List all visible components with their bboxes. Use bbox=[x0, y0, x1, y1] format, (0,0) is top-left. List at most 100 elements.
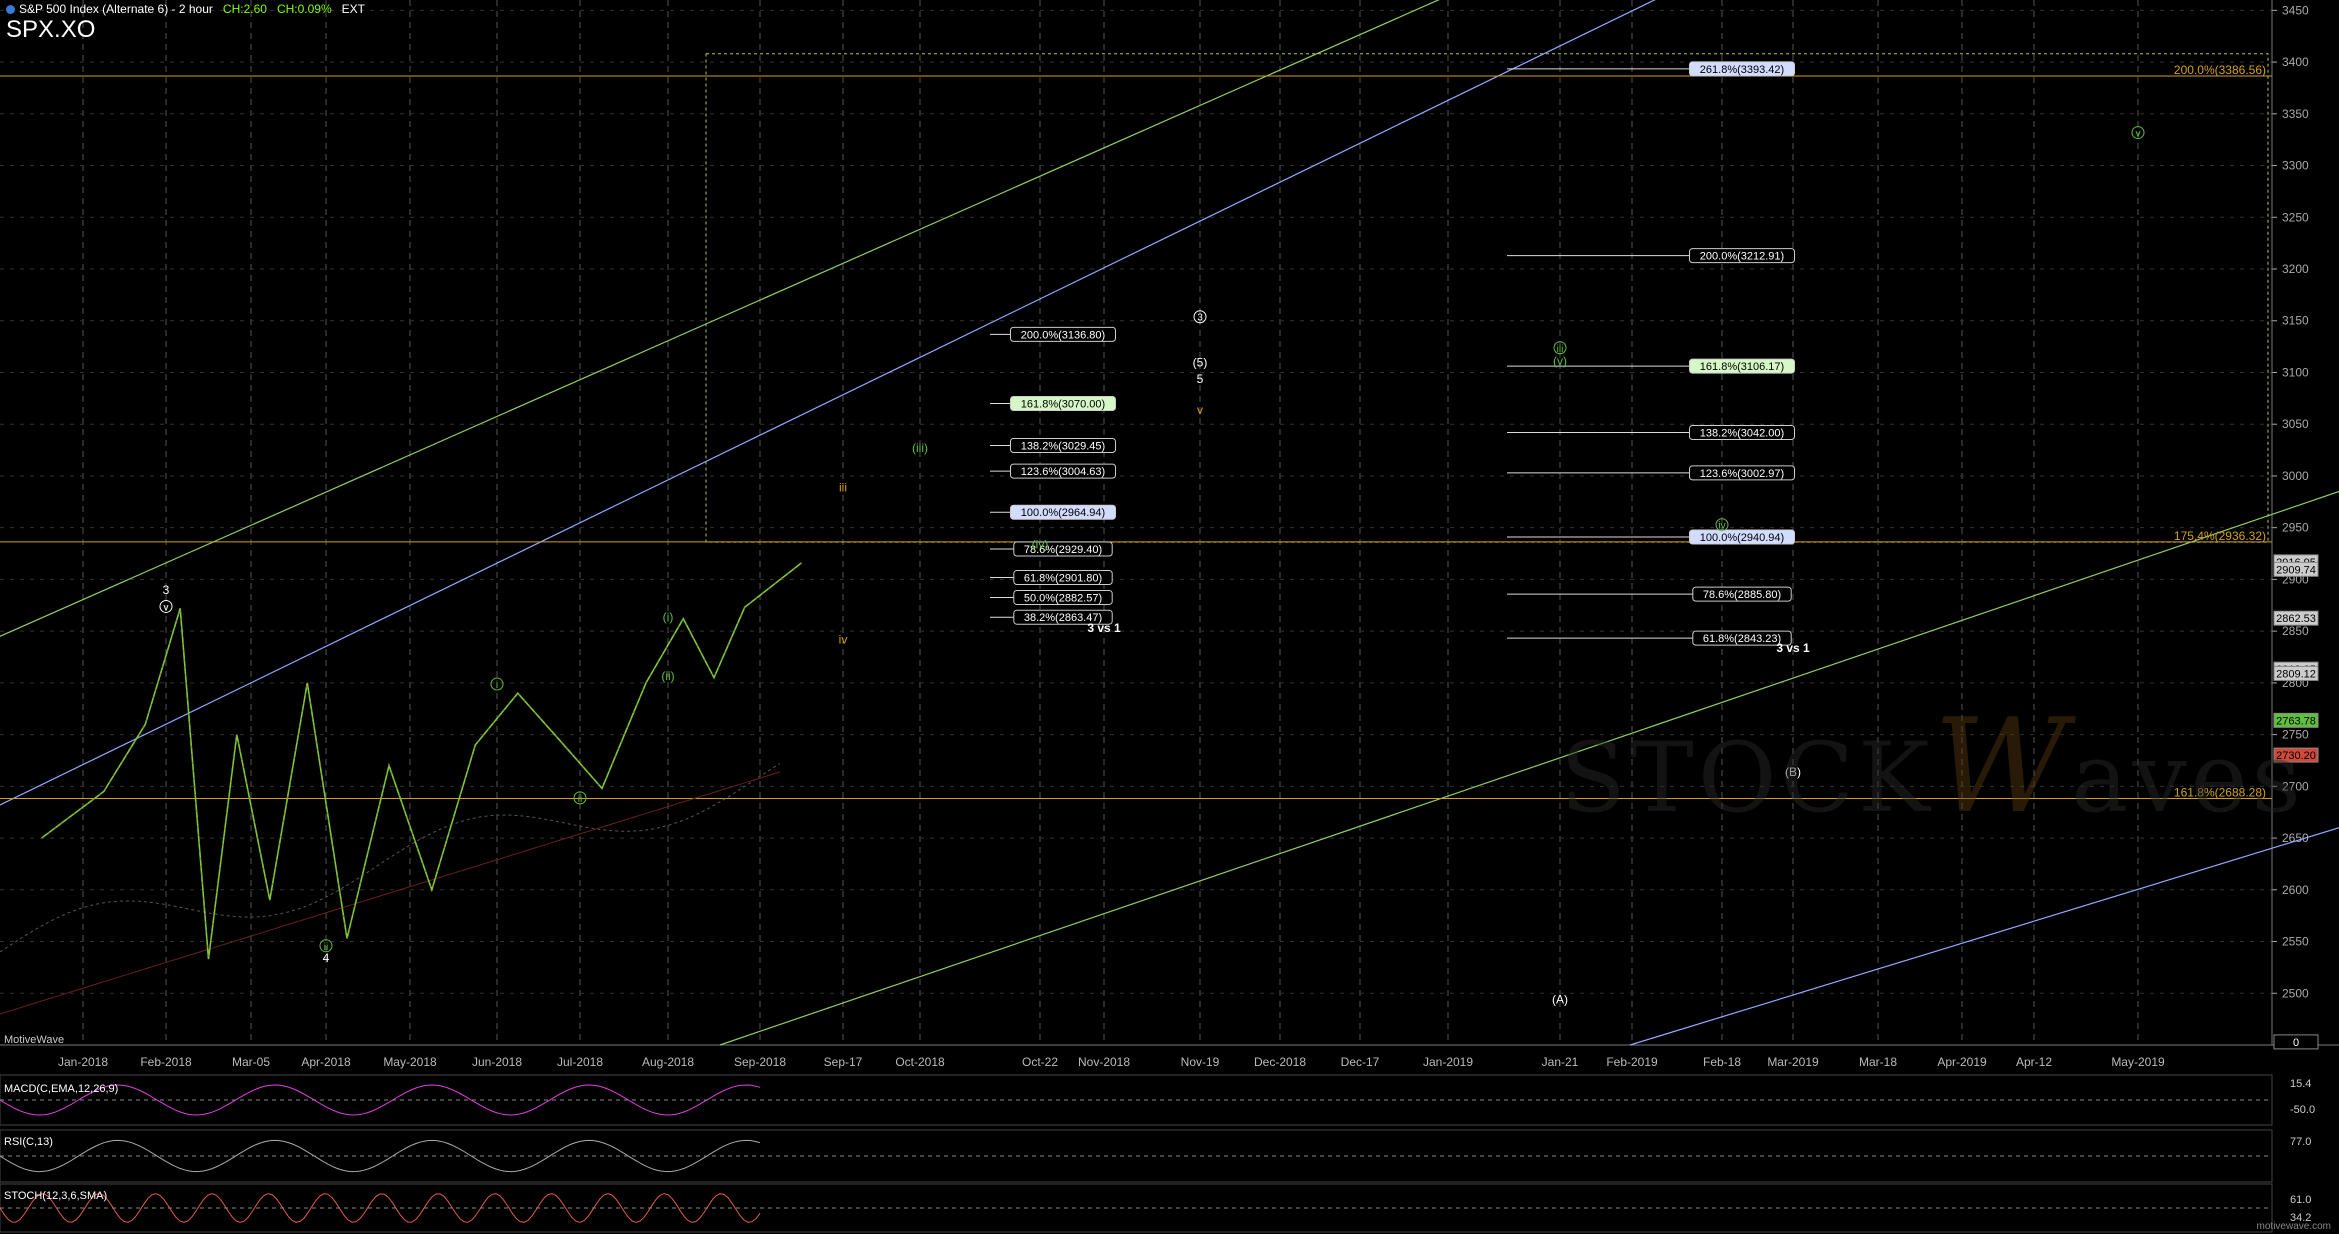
wave-label: iii bbox=[839, 480, 847, 494]
wave-label: v bbox=[2136, 129, 2141, 140]
y-tick-label: 2550 bbox=[2282, 935, 2309, 949]
chart-background bbox=[0, 0, 2339, 1234]
fib-right-label: 100.0%(2940.94) bbox=[1700, 532, 1784, 544]
x-tick-label: Mar-2019 bbox=[1767, 1055, 1819, 1069]
wave-label: (A) bbox=[1552, 993, 1568, 1007]
x-tick-label: Jun-2018 bbox=[472, 1055, 522, 1069]
fib-left-label: 200.0%(3136.80) bbox=[1021, 329, 1105, 341]
symbol-label: SPX.XO bbox=[6, 16, 96, 43]
fib-left-label: 61.8%(2901.80) bbox=[1024, 573, 1102, 585]
x-tick-label: Nov-19 bbox=[1181, 1055, 1220, 1069]
indicator-value: 15.4 bbox=[2290, 1078, 2311, 1090]
y-tick-label: 2950 bbox=[2282, 521, 2309, 535]
footer-url: motivewave.com bbox=[2256, 1221, 2331, 1232]
wave-label: 3 vs 1 bbox=[1776, 641, 1810, 655]
indicator-value: 61.0 bbox=[2290, 1194, 2311, 1206]
wave-label: iii bbox=[1557, 344, 1564, 355]
y-tick-label: 3000 bbox=[2282, 469, 2309, 483]
wave-label: 3 bbox=[1197, 313, 1203, 324]
fib-right-label: 161.8%(3106.17) bbox=[1700, 361, 1784, 373]
fib-right-label: 61.8%(2843.23) bbox=[1703, 633, 1781, 645]
wave-label: 3 bbox=[163, 583, 170, 597]
x-tick-label: Dec-2018 bbox=[1254, 1055, 1306, 1069]
wave-label: (i) bbox=[663, 610, 674, 624]
price-tag-label: 2862.53 bbox=[2276, 613, 2316, 625]
wave-label: (iii) bbox=[912, 441, 928, 455]
x-tick-label: Feb-2019 bbox=[1606, 1055, 1658, 1069]
fib-level-label: 200.0%(3386.56) bbox=[2174, 63, 2266, 77]
y-tick-label: 2500 bbox=[2282, 986, 2309, 1000]
y-tick-label: 3150 bbox=[2282, 314, 2309, 328]
x-tick-label: Sep-2018 bbox=[734, 1055, 786, 1069]
fib-level-label: 175.4%(2936.32) bbox=[2174, 529, 2266, 543]
fib-left-label: 50.0%(2882.57) bbox=[1024, 592, 1102, 604]
wave-label: v bbox=[1197, 403, 1203, 417]
change-percent: CH:0.09% bbox=[276, 2, 332, 16]
wave-label: (5) bbox=[1193, 355, 1208, 369]
wave-label: 5 bbox=[1197, 372, 1204, 386]
y-tick-label: 3200 bbox=[2282, 262, 2309, 276]
ext-label: EXT bbox=[341, 2, 365, 16]
indicator-value: 77.0 bbox=[2290, 1136, 2311, 1148]
x-tick-label: Mar-05 bbox=[232, 1055, 270, 1069]
x-tick-label: Jan-2019 bbox=[1423, 1055, 1473, 1069]
x-tick-label: Apr-2019 bbox=[1937, 1055, 1987, 1069]
wave-label: v bbox=[164, 602, 169, 613]
y-tick-label: 2850 bbox=[2282, 624, 2309, 638]
x-tick-label: Apr-2018 bbox=[301, 1055, 351, 1069]
change-value: CH:2.60 bbox=[222, 2, 267, 16]
macd-label: MACD(C,EMA,12,26,9) bbox=[4, 1083, 119, 1095]
x-tick-label: Feb-18 bbox=[1703, 1055, 1741, 1069]
wave-label: ii bbox=[578, 794, 582, 805]
wave-label: 3 vs 1 bbox=[1087, 621, 1121, 635]
y-tick-label: 3100 bbox=[2282, 365, 2309, 379]
x-tick-label: May-2018 bbox=[383, 1055, 437, 1069]
fib-right-label: 200.0%(3212.91) bbox=[1700, 251, 1784, 263]
x-tick-label: Aug-2018 bbox=[642, 1055, 694, 1069]
indicator-value: -50.0 bbox=[2290, 1104, 2315, 1116]
credit-label: MotiveWave bbox=[4, 1034, 65, 1046]
symbol-dot-icon bbox=[6, 5, 15, 14]
fib-left-label: 138.2%(3029.45) bbox=[1021, 440, 1105, 452]
y-tick-label: 3300 bbox=[2282, 159, 2309, 173]
wave-label: i bbox=[496, 680, 498, 691]
price-tag-label: 2809.12 bbox=[2276, 668, 2316, 680]
fib-left-label: 123.6%(3004.63) bbox=[1021, 466, 1105, 478]
price-tag-label: 0 bbox=[2293, 1037, 2299, 1049]
x-tick-label: May-2019 bbox=[2111, 1055, 2165, 1069]
fib-right-label: 78.6%(2885.80) bbox=[1703, 589, 1781, 601]
price-tag-label: 2909.74 bbox=[2276, 564, 2316, 576]
y-tick-label: 3400 bbox=[2282, 55, 2309, 69]
rsi-label: RSI(C,13) bbox=[4, 1136, 53, 1148]
x-tick-label: Feb-2018 bbox=[140, 1055, 192, 1069]
x-tick-label: Sep-17 bbox=[824, 1055, 863, 1069]
fib-left-label: 100.0%(2964.94) bbox=[1021, 507, 1105, 519]
stockwaves-watermark: STOCKWaves bbox=[1560, 690, 2305, 842]
x-tick-label: Dec-17 bbox=[1341, 1055, 1380, 1069]
wave-label: (iv) bbox=[1032, 537, 1049, 551]
x-tick-label: Jul-2018 bbox=[557, 1055, 603, 1069]
x-tick-label: Jan-2018 bbox=[58, 1055, 108, 1069]
x-tick-label: Oct-22 bbox=[1022, 1055, 1058, 1069]
y-tick-label: 3250 bbox=[2282, 210, 2309, 224]
chart-title: S&P 500 Index (Alternate 6) - 2 hour bbox=[19, 2, 213, 16]
y-tick-label: 3050 bbox=[2282, 417, 2309, 431]
fib-right-label: 138.2%(3042.00) bbox=[1700, 427, 1784, 439]
y-tick-label: 3350 bbox=[2282, 107, 2309, 121]
x-tick-label: Apr-12 bbox=[2016, 1055, 2052, 1069]
wave-label: iv bbox=[1718, 521, 1725, 532]
wave-label: iv bbox=[839, 633, 848, 647]
wave-label: (ii) bbox=[661, 669, 674, 683]
fib-left-label: 161.8%(3070.00) bbox=[1021, 399, 1105, 411]
stoch-label: STOCH(12,3,6,SMA) bbox=[4, 1190, 108, 1202]
x-tick-label: Nov-2018 bbox=[1078, 1055, 1130, 1069]
price-chart[interactable]: Jan-2018 Feb-2018 Mar-05 Apr-2018 May-2018 Ju… bbox=[0, 0, 2339, 1234]
y-tick-label: 3450 bbox=[2282, 3, 2309, 17]
chart-header: S&P 500 Index (Alternate 6) - 2 hour CH:2… bbox=[6, 2, 365, 16]
wave-label: 4 bbox=[323, 951, 330, 965]
x-tick-label: Jan-21 bbox=[1542, 1055, 1579, 1069]
wave-label: (v) bbox=[1553, 354, 1567, 368]
y-tick-label: 2600 bbox=[2282, 883, 2309, 897]
fib-right-label: 261.8%(3393.42) bbox=[1700, 64, 1784, 76]
wave-label: ii bbox=[324, 942, 328, 953]
